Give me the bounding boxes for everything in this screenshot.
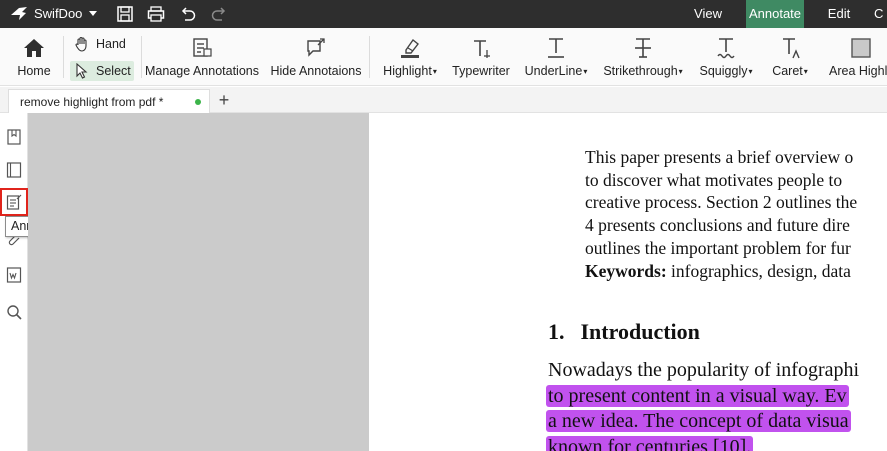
undo-icon[interactable] [179,5,197,23]
manage-annotations-icon [193,38,212,57]
text-line: outlines the important problem for fur [585,237,851,258]
ribbon-divider [369,36,370,78]
squiggly-icon [717,38,735,59]
document-tab-title: remove highlight from pdf * [20,95,164,109]
select-label: Select [96,64,131,78]
squiggly-label: Squiggly▾ [699,64,753,78]
highlight-label: Highlight▾ [383,64,437,78]
ribbon-divider [141,36,142,78]
hand-tool-button[interactable]: Hand [70,34,132,54]
strikethrough-button[interactable]: Strikethrough▾ [600,28,686,86]
text-line: 4 presents conclusions and future dire [585,215,850,236]
annotation-icon[interactable] [0,188,28,216]
highlight-button[interactable]: Highlight▾ [380,28,440,86]
highlighted-text-line[interactable]: to present content in a visual way. Ev [546,384,849,407]
unsaved-indicator-dot [195,99,201,105]
cursor-arrow-icon [76,63,88,79]
strikethrough-icon [635,38,651,58]
page-gutter [28,113,369,451]
app-menu-dropdown-icon[interactable] [89,11,97,16]
hand-label: Hand [96,37,126,51]
section-heading: 1. Introduction [548,319,700,345]
manage-annotations-button[interactable]: Manage Annotations [145,28,259,86]
hide-annotations-button[interactable]: Hide Annotaions [268,28,364,86]
hide-annotations-label: Hide Annotaions [270,64,362,78]
manage-annotations-label: Manage Annotations [145,64,259,78]
keywords-label: Keywords: [585,260,667,281]
typewriter-icon [474,40,490,58]
word-convert-icon[interactable] [5,266,23,284]
caret-icon [783,38,800,59]
left-sidebar [0,113,28,451]
page-thumbnail-icon[interactable] [5,161,23,179]
document-viewer[interactable]: This paper presents a brief overview o t… [28,113,887,451]
text-line: creative process. Section 2 outlines the [585,192,858,213]
underline-button[interactable]: UnderLine▾ [524,28,588,86]
keywords-text: infographics, design, data [666,260,851,281]
text-line: to discover what motivates people to [585,169,843,190]
hand-icon [75,36,87,52]
strikethrough-label: Strikethrough▾ [603,64,683,78]
abstract-paragraph: This paper presents a brief overview o t… [585,146,857,282]
search-icon[interactable] [5,303,23,321]
add-tab-button[interactable]: + [214,89,234,111]
hide-annotations-icon [307,38,325,57]
area-highlight-icon [851,38,871,58]
underline-icon [548,38,564,58]
highlighted-text-line[interactable]: known for centuries [10]. [546,435,754,451]
menu-tab-edit[interactable]: Edit [818,0,860,28]
section-number: 1. [548,319,565,344]
caret-button[interactable]: Caret▾ [768,28,812,86]
menu-tab-view[interactable]: View [686,0,730,28]
highlighted-text-line[interactable]: a new idea. The concept of data visua [546,410,851,432]
typewriter-label: Typewriter [452,64,510,78]
document-tab[interactable]: remove highlight from pdf * [8,89,210,113]
area-highlight-label: Area Highli [829,64,887,78]
annotate-ribbon: Home Hand Select Manage Annotations Hide… [0,28,887,86]
bookmark-icon[interactable] [5,128,23,146]
ribbon-divider [63,36,64,78]
redo-icon[interactable] [210,5,228,23]
save-icon[interactable] [116,5,134,23]
menu-tab-convert[interactable]: C [874,0,887,28]
highlighter-icon [401,38,419,58]
title-bar: SwifDoo View Annotate Edit C [0,0,887,28]
text-line: Nowadays the popularity of infographi [548,359,860,381]
text-line: This paper presents a brief overview o [585,147,854,167]
area-highlight-button[interactable]: Area Highli [826,28,887,86]
swifdoo-logo-icon [11,7,27,20]
home-label: Home [17,64,51,78]
section-title: Introduction [580,319,700,344]
caret-label: Caret▾ [772,64,808,78]
document-tab-bar: remove highlight from pdf * + [0,87,887,113]
typewriter-button[interactable]: Typewriter [448,28,514,86]
print-icon[interactable] [147,5,165,23]
menu-tab-annotate[interactable]: Annotate [746,0,804,28]
select-tool-button[interactable]: Select [70,61,134,81]
squiggly-button[interactable]: Squiggly▾ [696,28,756,86]
intro-paragraph: Nowadays the popularity of infographi to… [546,358,859,451]
underline-label: UnderLine▾ [524,64,588,78]
home-icon [24,39,44,57]
app-name: SwifDoo [34,6,83,21]
home-button[interactable]: Home [10,28,58,86]
keywords-line: Keywords: infographics, design, data [585,260,857,283]
